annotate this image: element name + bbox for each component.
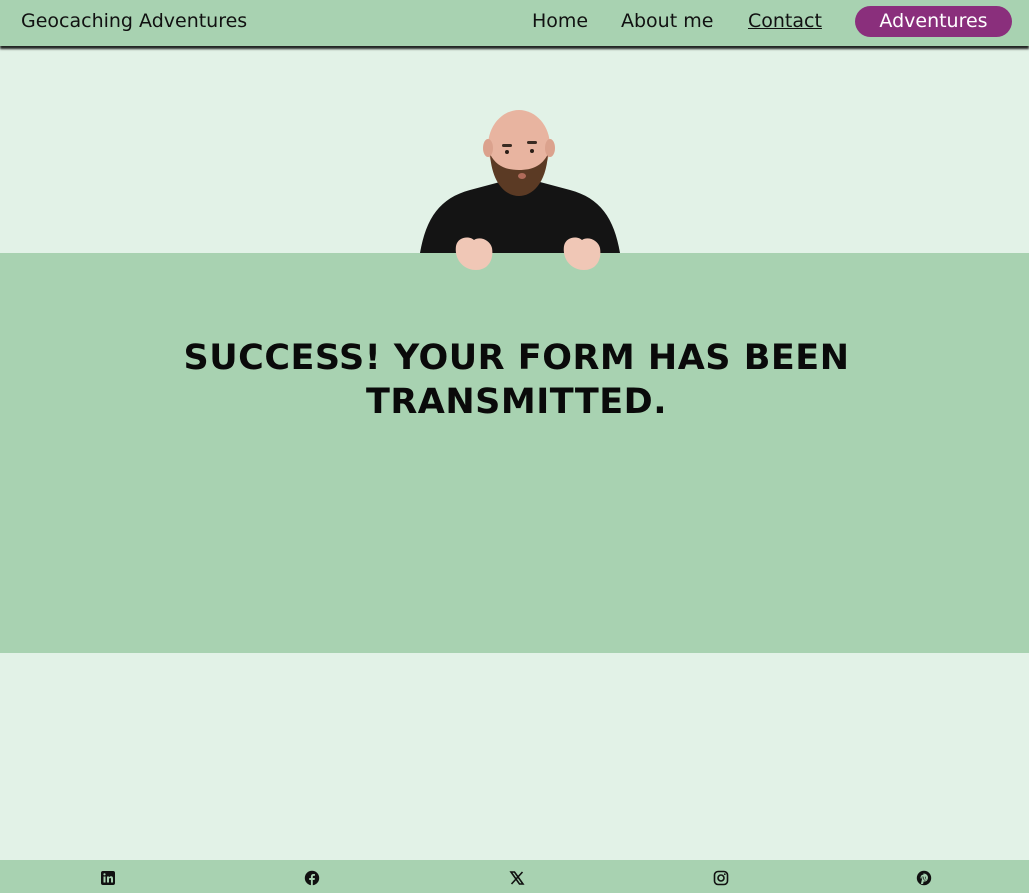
success-heading: SUCCESS! YOUR FORM HAS BEEN TRANSMITTED.	[183, 338, 850, 422]
facebook-icon[interactable]	[304, 870, 320, 886]
adventures-button[interactable]: Adventures	[855, 6, 1012, 37]
instagram-icon[interactable]	[713, 870, 729, 886]
pinterest-icon[interactable]	[916, 870, 932, 886]
navbar: Geocaching Adventures Home About me Cont…	[0, 0, 1029, 46]
nav-link-home[interactable]: Home	[532, 10, 588, 32]
success-section	[0, 253, 1029, 653]
nav-link-contact[interactable]: Contact	[748, 10, 822, 32]
site-logo-link[interactable]: Geocaching Adventures	[21, 10, 247, 32]
peeking-man-image	[420, 110, 620, 270]
footer	[0, 860, 1029, 893]
linkedin-icon[interactable]	[100, 870, 116, 886]
nav-link-about[interactable]: About me	[621, 10, 713, 32]
x-icon[interactable]	[509, 870, 525, 886]
